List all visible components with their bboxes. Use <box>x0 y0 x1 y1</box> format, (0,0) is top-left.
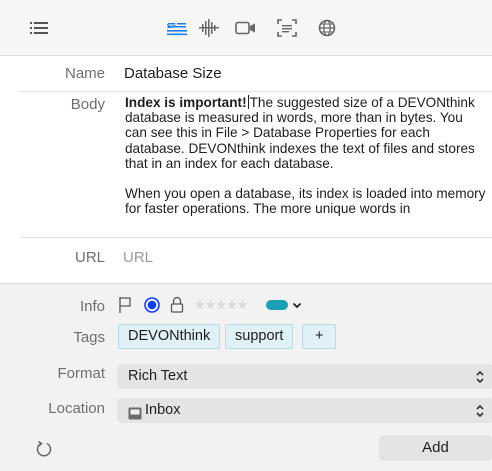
location-select[interactable]: Inbox <box>117 398 492 423</box>
location-label: Location <box>48 400 105 417</box>
rating-stars[interactable]: ★★★★★ <box>194 297 266 313</box>
format-select[interactable]: Rich Text <box>117 364 492 389</box>
chevron-updown-icon <box>475 398 485 428</box>
text-format-icon[interactable]: ≤≡ <box>165 18 189 38</box>
body-text-area[interactable]: Index is important! The suggested size of… <box>125 95 487 223</box>
name-field[interactable]: Database Size <box>124 65 222 82</box>
list-icon[interactable] <box>28 18 50 38</box>
lock-icon[interactable] <box>170 296 184 314</box>
star-icon[interactable]: ★★★★★ <box>194 297 248 313</box>
label-dot-icon[interactable] <box>144 297 160 313</box>
name-label: Name <box>64 65 105 82</box>
color-label-swatch[interactable] <box>266 300 288 310</box>
video-icon[interactable] <box>234 18 258 38</box>
location-value: Inbox <box>145 402 181 418</box>
chevron-updown-icon <box>475 364 485 394</box>
divider <box>20 91 492 92</box>
format-label: Format <box>57 365 105 382</box>
tag-token[interactable]: DEVONthink <box>118 324 221 349</box>
url-field[interactable]: URL <box>123 249 153 266</box>
text-cursor <box>247 95 249 109</box>
tags-label: Tags <box>73 329 105 346</box>
info-label: Info <box>79 298 105 315</box>
add-tag-button[interactable]: + <box>302 324 337 349</box>
chevron-down-icon[interactable] <box>291 298 303 310</box>
body-label: Body <box>70 96 105 113</box>
add-button[interactable]: Add <box>379 435 492 461</box>
flag-icon[interactable] <box>118 296 132 314</box>
svg-text:≤≡: ≤≡ <box>167 21 176 30</box>
body-bold-text: Index is important! <box>125 95 247 110</box>
format-value: Rich Text <box>128 368 188 384</box>
body-paragraph-2: When you open a database, its index is l… <box>125 186 486 217</box>
globe-icon[interactable] <box>316 18 338 38</box>
url-label: URL <box>74 249 105 266</box>
metadata-panel: Info ★★★★★ Tags DEVONthink support + For… <box>0 283 492 471</box>
scan-icon[interactable] <box>275 18 299 38</box>
toolbar: ≤≡ <box>0 0 492 56</box>
inbox-icon <box>128 404 142 420</box>
divider <box>20 237 492 238</box>
refresh-icon[interactable] <box>35 440 53 458</box>
waveform-icon[interactable] <box>198 18 220 38</box>
tag-token[interactable]: support <box>225 324 294 349</box>
document-fields: Name Database Size Body Index is importa… <box>0 56 492 282</box>
